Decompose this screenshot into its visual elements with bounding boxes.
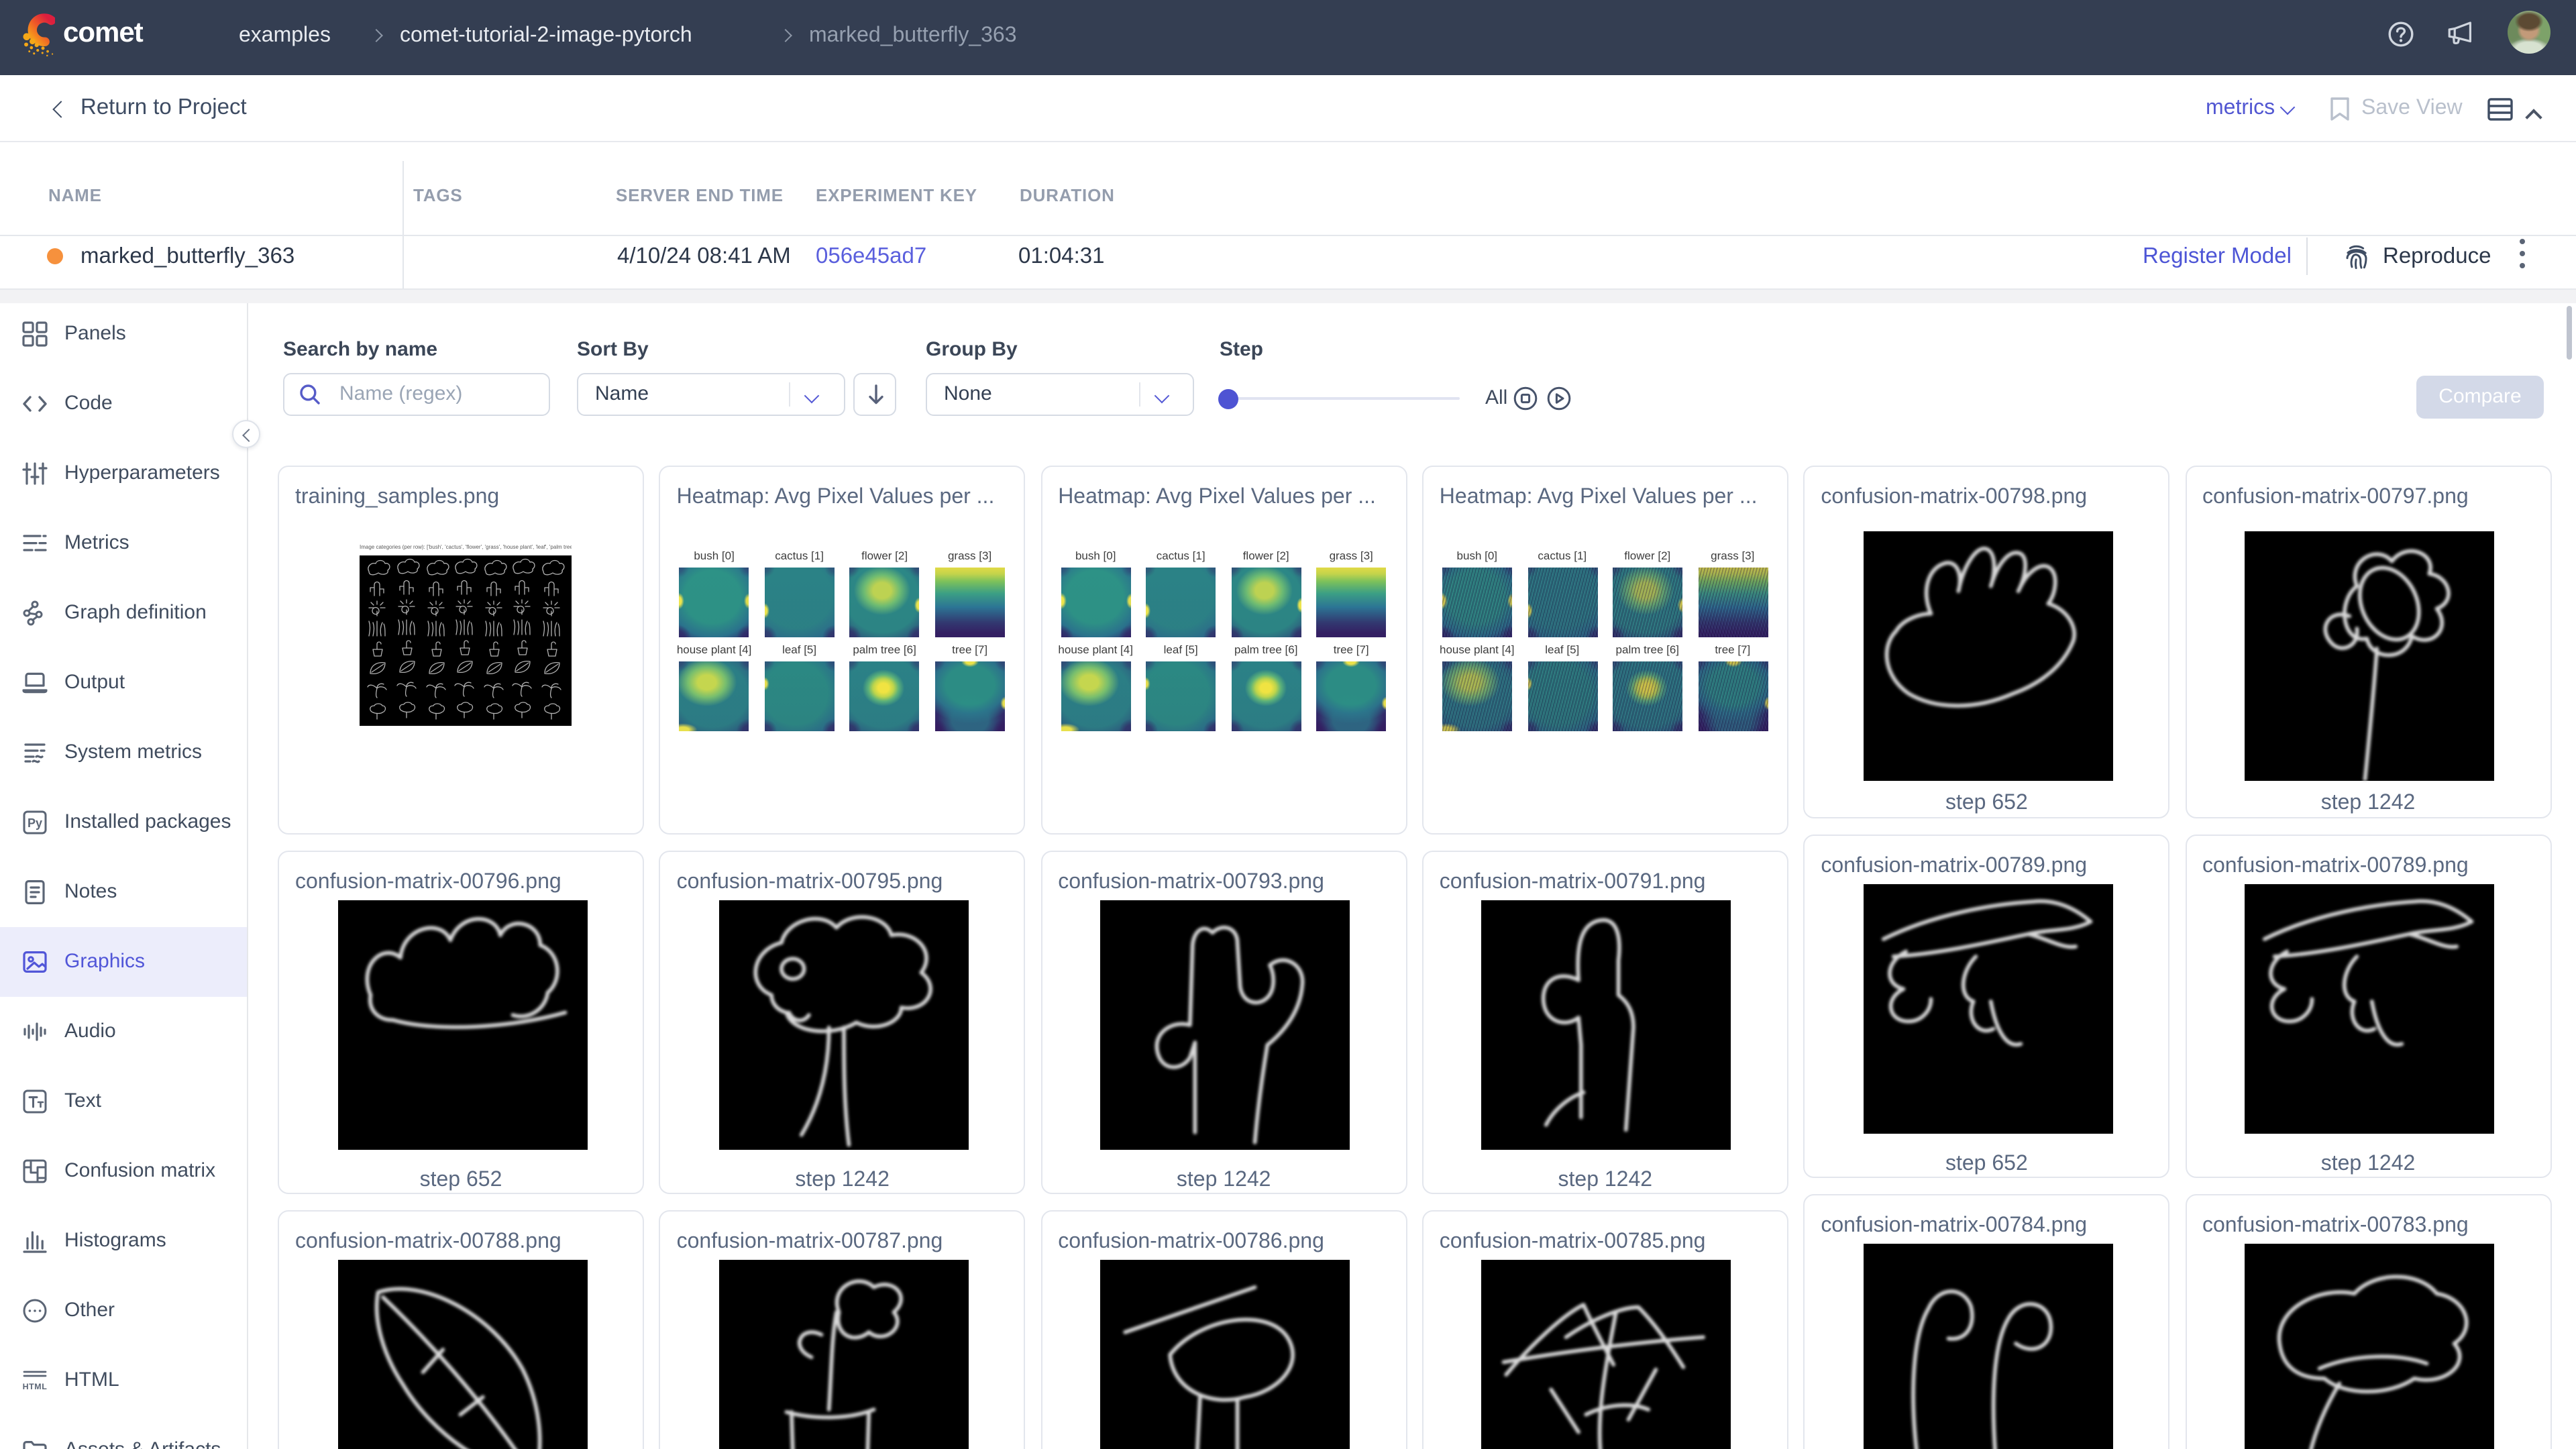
svg-text:Py: Py [28,816,42,829]
svg-text:HTML: HTML [23,1381,48,1391]
